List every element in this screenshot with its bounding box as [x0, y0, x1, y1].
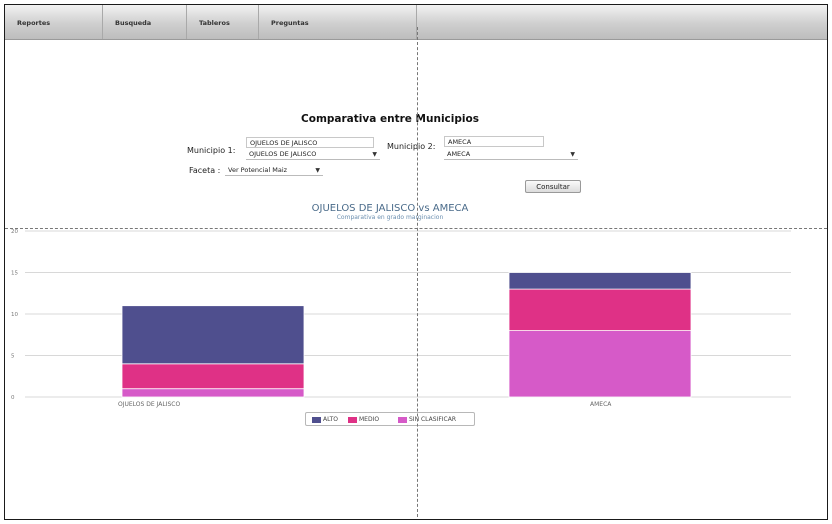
municipio1-input[interactable]: OJUELOS DE JALISCO	[246, 137, 374, 148]
municipio1-select-value: OJUELOS DE JALISCO	[249, 150, 317, 158]
legend-item-alto[interactable]: ALTO	[312, 415, 338, 425]
y-tick-label: 0	[11, 395, 15, 401]
bar-segment-alto	[121, 305, 305, 365]
vertical-guide-line	[417, 27, 418, 519]
legend-item-sin-clasificar[interactable]: SIN CLASIFICAR	[398, 415, 456, 425]
chart-subtitle: Comparativa en grado marginacion	[336, 214, 444, 221]
faceta-select[interactable]: Ver Potencial Maiz ▼	[225, 165, 323, 176]
horizontal-guide-line	[5, 228, 827, 229]
app-window: Reportes Busqueda Tableros Preguntas Com…	[4, 4, 828, 520]
y-tick-label: 5	[11, 354, 15, 360]
chart-title: OJUELOS DE JALISCO vs AMECA	[311, 203, 469, 214]
legend-label: MEDIO	[359, 416, 380, 423]
stacked-bar-chart: 0 5 10 15 20 OJUELOS DE JALISCO AMECA	[11, 229, 791, 408]
legend-swatch	[348, 416, 357, 423]
y-tick-label: 15	[11, 271, 18, 277]
y-tick-label: 20	[11, 229, 18, 235]
page-title: Comparativa entre Municipios	[301, 113, 479, 125]
menu-bar: Reportes Busqueda Tableros Preguntas	[5, 5, 827, 40]
chart-legend: ALTO MEDIO SIN CLASIFICAR	[305, 412, 475, 426]
chevron-down-icon: ▼	[372, 151, 377, 158]
bar-segment-medio	[121, 363, 305, 390]
faceta-select-value: Ver Potencial Maiz	[228, 166, 288, 174]
municipio2-label: Municipio 2:	[387, 142, 436, 151]
consultar-button[interactable]: Consultar	[525, 180, 581, 193]
legend-swatch	[398, 416, 407, 423]
municipio2-select-value: AMECA	[447, 150, 471, 158]
bar-segment-medio	[508, 288, 692, 331]
chevron-down-icon: ▼	[570, 151, 575, 158]
municipio1-select[interactable]: OJUELOS DE JALISCO ▼	[246, 149, 380, 160]
menu-preguntas[interactable]: Preguntas	[259, 5, 417, 39]
municipio2-select[interactable]: AMECA ▼	[444, 149, 578, 160]
bar-segment-sin-clasificar	[508, 330, 692, 398]
faceta-label: Faceta :	[189, 166, 221, 175]
municipio2-input[interactable]: AMECA	[444, 136, 544, 147]
chevron-down-icon: ▼	[315, 167, 320, 174]
legend-item-medio[interactable]: MEDIO	[348, 415, 379, 425]
bar-segment-sin-clasificar	[121, 388, 305, 398]
x-category-label: OJUELOS DE JALISCO	[118, 401, 180, 408]
y-tick-label: 10	[11, 312, 18, 318]
legend-swatch	[312, 416, 321, 423]
legend-label: ALTO	[323, 416, 339, 423]
bar-segment-alto	[508, 272, 692, 290]
menu-reportes[interactable]: Reportes	[5, 5, 103, 39]
menu-busqueda[interactable]: Busqueda	[103, 5, 187, 39]
menu-tableros[interactable]: Tableros	[187, 5, 259, 39]
x-category-label: AMECA	[590, 401, 612, 408]
municipio1-label: Municipio 1:	[187, 146, 236, 155]
